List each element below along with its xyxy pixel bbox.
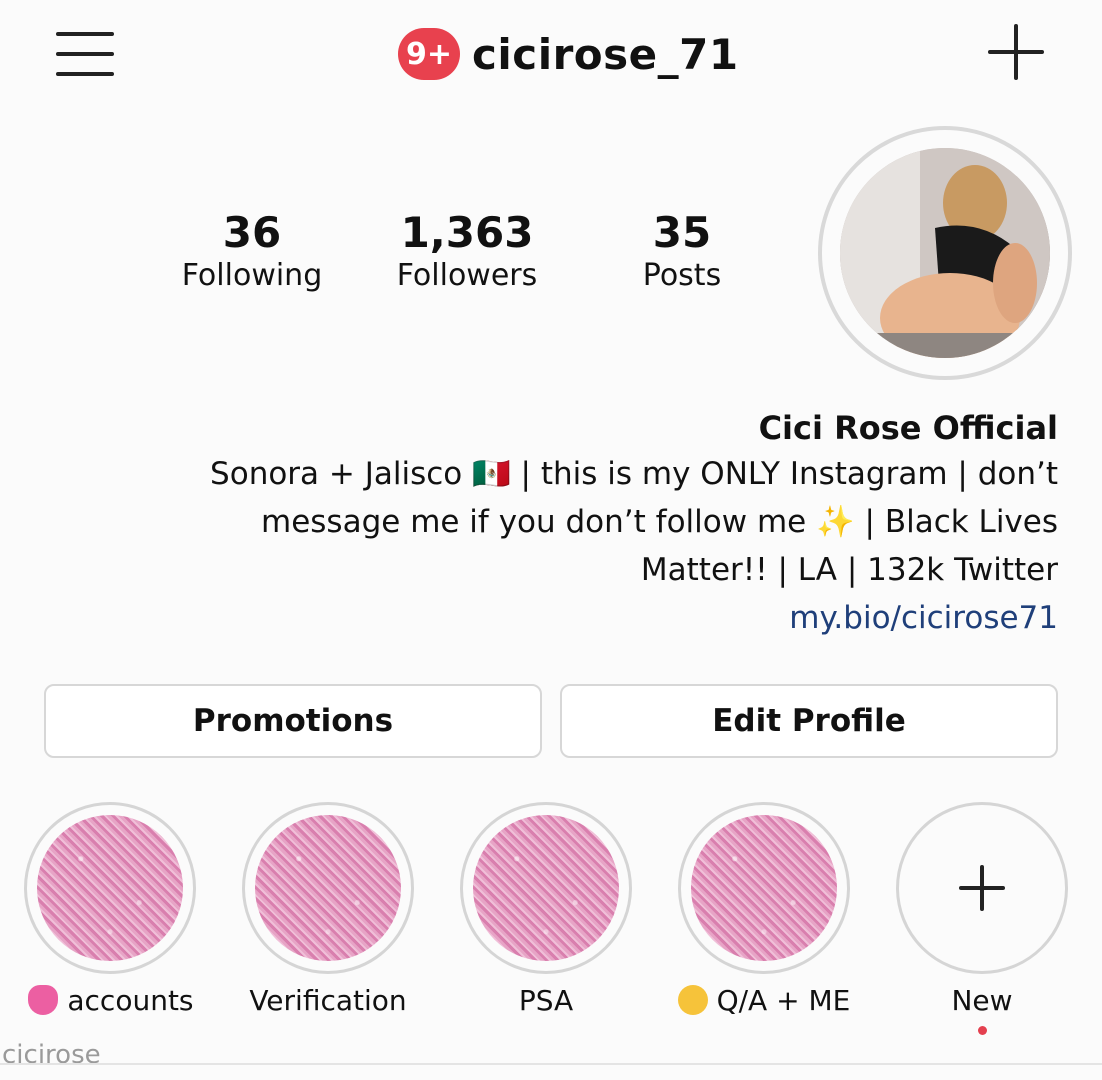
highlight-label-qa-me: Q/A + ME xyxy=(659,984,869,1017)
following-count: 36 xyxy=(222,208,282,257)
highlight-cover xyxy=(255,815,401,961)
bio-line: Matter!! | LA | 132k Twitter xyxy=(640,552,1058,588)
followers-label: Followers xyxy=(396,258,538,293)
posts-count: 35 xyxy=(652,208,712,257)
avatar[interactable] xyxy=(818,126,1072,380)
plus-icon[interactable] xyxy=(988,24,1044,80)
bio-line: message me if you don’t follow me ✨ | Bl… xyxy=(261,504,1058,540)
new-indicator-dot xyxy=(978,1026,987,1035)
display-name: Cici Rose Official xyxy=(758,409,1058,447)
edit-profile-button[interactable]: Edit Profile xyxy=(560,684,1058,758)
notification-badge: 9+ xyxy=(398,28,460,80)
watermark: cicirose xyxy=(2,1040,101,1070)
highlight-label-accounts: accounts xyxy=(6,984,216,1017)
posts-label: Posts xyxy=(642,258,722,293)
divider xyxy=(0,1063,1102,1065)
stat-posts[interactable]: 35 Posts xyxy=(612,210,752,296)
highlight-new[interactable] xyxy=(896,802,1068,974)
promotions-button[interactable]: Promotions xyxy=(44,684,542,758)
followers-count: 1,363 xyxy=(400,208,534,257)
highlight-psa[interactable] xyxy=(460,802,632,974)
stat-followers[interactable]: 1,363 Followers xyxy=(372,210,562,296)
highlight-cover xyxy=(473,815,619,961)
highlight-label-new: New xyxy=(951,984,1013,1017)
kiss-emoji-icon xyxy=(677,985,708,1015)
profile-photo xyxy=(840,148,1050,358)
header-title[interactable]: 9+ cicirose_71 xyxy=(398,26,739,82)
bio: Cici Rose Official Sonora + Jalisco 🇲🇽 |… xyxy=(98,406,1058,642)
highlight-verification[interactable] xyxy=(242,802,414,974)
highlight-qa-me[interactable] xyxy=(678,802,850,974)
bio-line: Sonora + Jalisco 🇲🇽 | this is my ONLY In… xyxy=(210,456,1058,492)
highlight-label-verification: Verification xyxy=(249,984,407,1017)
bio-link[interactable]: my.bio/cicirose71 xyxy=(98,594,1058,642)
highlight-accounts[interactable] xyxy=(24,802,196,974)
hamburger-menu-icon[interactable] xyxy=(56,30,114,78)
plus-icon xyxy=(959,865,1005,911)
highlight-label-psa: PSA xyxy=(518,984,574,1017)
pink-heart-icon xyxy=(28,985,59,1015)
username-title: cicirose_71 xyxy=(472,29,739,79)
highlight-cover xyxy=(37,815,183,961)
following-label: Following xyxy=(181,258,323,293)
stat-following[interactable]: 36 Following xyxy=(162,210,342,296)
highlight-cover xyxy=(691,815,837,961)
profile-photo-image xyxy=(840,148,1050,358)
